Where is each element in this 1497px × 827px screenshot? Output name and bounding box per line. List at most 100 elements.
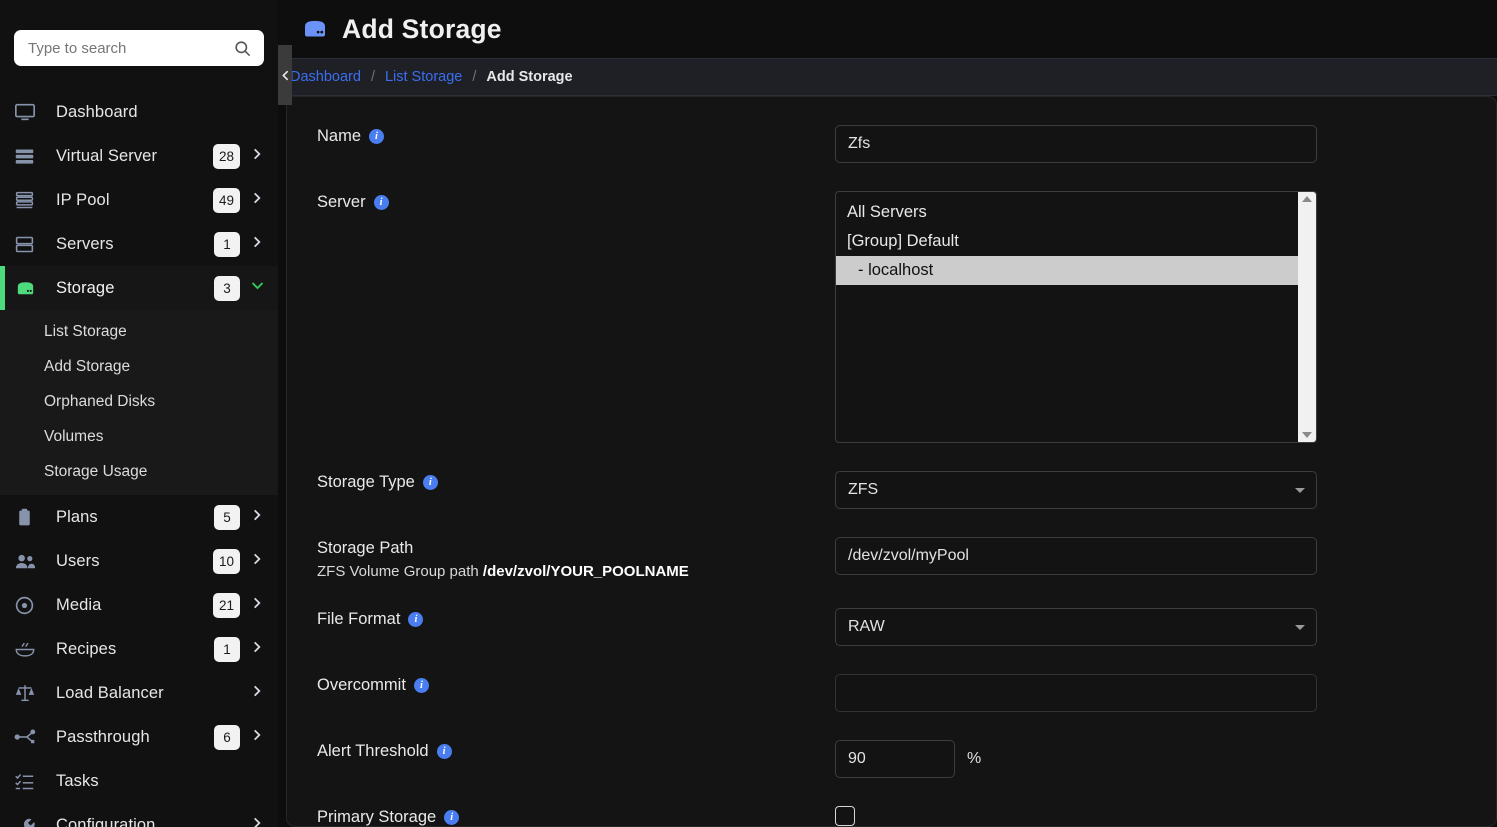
sidebar-item-recipes[interactable]: Recipes 1 [0,627,278,671]
info-icon[interactable]: i [444,810,460,825]
server-label: Server [317,193,366,211]
scroll-down-arrow-icon[interactable] [1302,432,1312,438]
sidebar-item-media[interactable]: Media 21 [0,583,278,627]
sidebar-item-plans[interactable]: Plans 5 [0,495,278,539]
sidebar-collapse-handle[interactable] [278,45,292,105]
breadcrumb-separator: / [472,69,477,85]
sidebar-badge: 6 [214,724,240,750]
chevron-right-icon[interactable] [250,508,264,527]
server-option[interactable]: [Group] Default [836,227,1298,256]
hint-path: /dev/zvol/YOUR_POOLNAME [482,563,689,580]
storage-type-select[interactable]: ZFS [835,471,1317,509]
server-option-selected[interactable]: - localhost [836,256,1298,285]
storage-type-label-wrap: Storage Type i [317,473,835,492]
form-row-alert-threshold: Alert Threshold i % [287,740,1496,778]
subitem-label: Orphaned Disks [44,392,156,410]
wrench-icon [14,814,42,827]
overcommit-input[interactable] [835,674,1317,712]
hint-prefix: ZFS Volume Group path [317,563,483,580]
field-col: RAW [835,608,1474,646]
storage-type-label: Storage Type [317,473,415,491]
form-row-storage-type: Storage Type i ZFS [287,471,1496,509]
chevron-right-icon[interactable] [250,191,264,210]
info-icon[interactable]: i [373,195,389,210]
sidebar-subitem-add-storage[interactable]: Add Storage [0,349,278,384]
server-option-list: All Servers [Group] Default - localhost [836,192,1298,442]
bowl-icon [14,638,42,660]
sidebar-item-dashboard[interactable]: Dashboard [0,90,278,134]
sidebar-item-tasks[interactable]: Tasks [0,759,278,803]
chevron-right-icon[interactable] [250,596,264,615]
form-row-overcommit: Overcommit i [287,674,1496,712]
subitem-label: Add Storage [44,357,131,375]
name-label: Name [317,127,362,145]
chevron-right-icon[interactable] [250,552,264,571]
chevron-right-icon[interactable] [250,640,264,659]
chevron-right-icon[interactable] [250,816,264,827]
sidebar-subitem-volumes[interactable]: Volumes [0,419,278,454]
chevron-down-icon[interactable] [250,278,264,298]
chevron-right-icon[interactable] [250,684,264,703]
file-format-select[interactable]: RAW [835,608,1317,646]
chevron-right-icon[interactable] [250,147,264,166]
monitor-icon [14,101,42,123]
sidebar-item-configuration[interactable]: Configuration [0,803,278,827]
sidebar-item-storage[interactable]: Storage 3 [0,266,278,310]
sidebar-subitem-storage-usage[interactable]: Storage Usage [0,454,278,489]
info-icon[interactable]: i [369,129,385,144]
alert-threshold-label: Alert Threshold [317,742,429,760]
sidebar-item-virtual-server[interactable]: Virtual Server 28 [0,134,278,178]
field-col: All Servers [Group] Default - localhost [835,191,1474,443]
sidebar-item-label: Media [56,595,102,614]
chevron-down-icon[interactable] [1295,625,1305,630]
sidebar-item-ip-pool[interactable]: IP Pool 49 [0,178,278,222]
name-input[interactable] [835,125,1317,163]
breadcrumb-current: Add Storage [486,69,573,85]
label-col: Overcommit i [317,674,835,712]
storage-submenu: List Storage Add Storage Orphaned Disks … [0,310,278,495]
alert-threshold-input[interactable] [835,740,955,778]
sidebar-item-label: Configuration [56,815,156,827]
storage-path-label-wrap: Storage Path [317,539,835,558]
sidebar-item-servers[interactable]: Servers 1 [0,222,278,266]
sidebar-item-label: IP Pool [56,190,110,209]
primary-storage-checkbox[interactable] [835,806,855,826]
sidebar-nav: Dashboard Virtual Server 28 IP Pool 49 S… [0,90,278,827]
sidebar-item-users[interactable]: Users 10 [0,539,278,583]
form-row-name: Name i [287,125,1496,163]
users-icon [14,550,42,572]
info-icon[interactable]: i [436,744,452,759]
sidebar-item-passthrough[interactable]: Passthrough 6 [0,715,278,759]
server-listbox-scrollbar[interactable] [1298,192,1316,442]
sidebar-item-label: Plans [56,507,98,526]
server-option[interactable]: All Servers [836,198,1298,227]
sidebar-search-area [0,0,278,66]
storage-path-input[interactable] [835,537,1317,575]
breadcrumb-link-list-storage[interactable]: List Storage [385,69,462,85]
field-col [835,674,1474,712]
scroll-up-arrow-icon[interactable] [1302,196,1312,202]
chevron-down-icon[interactable] [1295,488,1305,493]
chevron-right-icon[interactable] [250,235,264,254]
breadcrumb-link-dashboard[interactable]: Dashboard [290,69,361,85]
sidebar-item-load-balancer[interactable]: Load Balancer [0,671,278,715]
server-listbox[interactable]: All Servers [Group] Default - localhost [835,191,1317,443]
chevron-right-icon[interactable] [250,728,264,747]
info-icon[interactable]: i [422,475,438,490]
sidebar-subitem-orphaned-disks[interactable]: Orphaned Disks [0,384,278,419]
search-input[interactable] [28,39,233,57]
page-title: Add Storage [342,13,502,44]
form-row-storage-path: Storage Path ZFS Volume Group path /dev/… [287,537,1496,580]
label-col: Server i [317,191,835,443]
file-format-value: RAW [848,618,885,635]
search-box[interactable] [14,30,264,66]
name-label-wrap: Name i [317,127,835,146]
field-col [835,537,1474,580]
search-icon[interactable] [233,39,252,58]
info-icon[interactable]: i [408,612,424,627]
sidebar-subitem-list-storage[interactable]: List Storage [0,314,278,349]
info-icon[interactable]: i [413,678,429,693]
